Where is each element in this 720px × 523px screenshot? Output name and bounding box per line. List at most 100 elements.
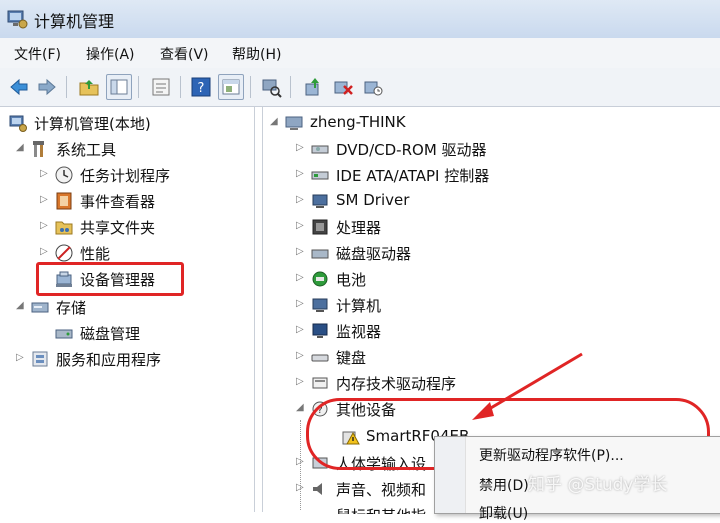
toolbar-separator [138,76,139,98]
expand-arrow-icon[interactable]: ▷ [296,272,306,283]
scan-hardware-icon[interactable] [260,76,282,98]
disable-icon[interactable] [362,76,384,98]
device-category-label: 磁盘驱动器 [336,245,412,263]
expand-arrow-icon[interactable]: ▷ [40,246,50,257]
tree-node-shared-folders[interactable]: ▷ 共享文件夹 [40,216,240,240]
forward-icon[interactable] [36,76,58,98]
back-icon[interactable] [8,76,30,98]
title-bar: 计算机管理 [0,0,720,39]
expand-arrow-icon[interactable]: ▷ [296,142,306,153]
tree-label-services-apps: 服务和应用程序 [56,351,162,369]
device-category-processor[interactable]: ▷ 处理器 [296,216,536,240]
up-folder-icon[interactable] [78,76,100,98]
device-category-battery[interactable]: ▷ 电池 [296,268,536,292]
device-category-ide[interactable]: ▷ IDE ATA/ATAPI 控制器 [296,164,536,188]
device-manager-highlight [36,262,184,296]
expand-arrow-icon[interactable]: ▷ [296,376,306,387]
device-category-label: 计算机 [336,297,382,315]
tree-label-task-scheduler: 任务计划程序 [80,167,171,185]
device-category-label: IDE ATA/ATAPI 控制器 [336,167,490,185]
uninstall-menu-item[interactable]: 卸载(U) [479,503,528,523]
device-tree-root[interactable]: ◢ zheng-THINK [270,112,470,136]
tree-label-event-viewer: 事件查看器 [80,193,156,211]
menu-help[interactable]: 帮助(H) [232,44,281,64]
toolbar-separator [250,76,251,98]
tree-label-disk-management: 磁盘管理 [80,325,141,343]
tree-node-root[interactable]: 计算机管理(本地) [6,112,246,136]
expand-arrow-icon[interactable]: ▷ [296,220,306,231]
expand-arrow-icon[interactable]: ▷ [296,298,306,309]
battery-icon [312,271,328,287]
menu-action[interactable]: 操作(A) [86,44,135,64]
expand-arrow-icon[interactable]: ▷ [40,168,50,179]
processor-icon [312,219,328,235]
watermark: 知乎 @Study学长 [528,475,668,495]
properties-icon[interactable] [150,76,172,98]
expand-arrow-icon[interactable]: ▷ [16,352,26,363]
collapse-arrow-icon[interactable]: ◢ [296,402,306,413]
services-icon [32,351,48,367]
optical-drive-icon [311,145,329,154]
uninstall-icon[interactable] [332,76,354,98]
toolbar: ? [0,68,720,107]
tools-icon [33,141,44,157]
collapse-arrow-icon[interactable]: ◢ [270,116,280,127]
device-category-dvd[interactable]: ▷ DVD/CD-ROM 驱动器 [296,138,536,162]
collapse-arrow-icon[interactable]: ◢ [16,300,26,311]
computer-icon [285,116,303,130]
tree-node-task-scheduler[interactable]: ▷ 任务计划程序 [40,164,240,188]
update-driver-icon[interactable] [302,76,324,98]
computer-name: zheng-THINK [310,113,406,131]
menu-file[interactable]: 文件(F) [14,44,61,64]
expand-arrow-icon[interactable]: ▷ [296,456,306,467]
computer-management-icon [9,115,27,132]
computer-icon [312,298,328,312]
expand-arrow-icon[interactable]: ▷ [296,324,306,335]
menu-view[interactable]: 查看(V) [160,44,209,64]
disk-icon [55,329,73,339]
storage-icon [31,302,49,313]
toolbar-separator [66,76,67,98]
device-icon [312,194,328,208]
device-category-monitor[interactable]: ▷ 监视器 [296,320,536,344]
tree-label-storage: 存储 [56,299,87,317]
memory-icon [312,377,328,389]
menu-bar: 文件(F) 操作(A) 查看(V) 帮助(H) [0,38,720,69]
device-category-computer[interactable]: ▷ 计算机 [296,294,536,318]
tree-node-storage[interactable]: ◢ 存储 [16,296,236,320]
device-category-disk[interactable]: ▷ 磁盘驱动器 [296,242,536,266]
tree-node-disk-management[interactable]: 磁盘管理 [40,322,240,346]
device-category-label: 声音、视频和 [336,481,427,499]
console-icon[interactable] [218,74,244,100]
expand-arrow-icon[interactable]: ▷ [296,482,306,493]
device-category-mouse[interactable]: 鼠标和其他指 [296,504,456,514]
toolbar-separator [180,76,181,98]
toolbar-separator [290,76,291,98]
expand-arrow-icon[interactable]: ▷ [296,246,306,257]
performance-icon [55,244,73,262]
tree-node-event-viewer[interactable]: ▷ 事件查看器 [40,190,240,214]
collapse-arrow-icon[interactable]: ◢ [16,142,26,153]
expand-arrow-icon[interactable]: ▷ [40,220,50,231]
device-category-label: 电池 [336,271,367,289]
tree-node-system-tools[interactable]: ◢ 系统工具 [16,138,236,162]
device-category-label: 内存技术驱动程序 [336,375,457,393]
show-tree-icon[interactable] [106,74,132,100]
device-category-sound[interactable]: ▷ 声音、视频和 [296,478,456,502]
pointer-arrow [472,352,583,420]
device-category-sm-driver[interactable]: ▷ SM Driver [296,190,536,214]
clock-icon [55,166,73,184]
window-title: 计算机管理 [34,12,115,31]
help-icon[interactable]: ? [190,76,212,98]
event-log-icon [56,192,72,210]
expand-arrow-icon[interactable]: ▷ [296,194,306,205]
expand-arrow-icon[interactable]: ▷ [40,194,50,205]
expand-arrow-icon[interactable]: ▷ [296,350,306,361]
tree-node-services-apps[interactable]: ▷ 服务和应用程序 [16,348,246,372]
device-category-label: 处理器 [336,219,382,237]
tree-label-system-tools: 系统工具 [56,141,117,159]
svg-text:?: ? [198,81,205,96]
expand-arrow-icon[interactable]: ▷ [296,168,306,179]
update-driver-menu-item[interactable]: 更新驱动程序软件(P)... [479,445,624,465]
disable-menu-item[interactable]: 禁用(D) [479,475,529,495]
